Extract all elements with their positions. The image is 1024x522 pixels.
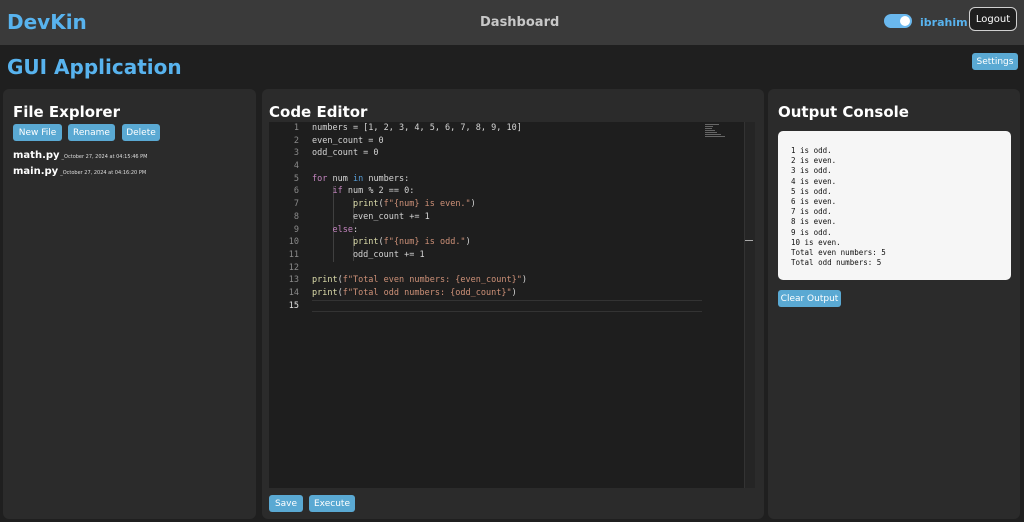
editor-scrollbar[interactable] xyxy=(744,122,755,488)
execute-button[interactable]: Execute xyxy=(309,495,355,512)
file-name: math.py xyxy=(13,150,60,161)
line-number: 12 xyxy=(288,262,299,273)
line-number: 6 xyxy=(293,186,299,197)
line-number: 4 xyxy=(293,161,299,172)
save-button[interactable]: Save xyxy=(269,495,303,512)
code-line[interactable]: if num % 2 == 0: xyxy=(312,185,702,198)
line-number: 14 xyxy=(288,287,299,298)
output-line: 5 is odd. xyxy=(791,186,832,196)
output-line: 7 is odd. xyxy=(791,207,832,217)
code-line[interactable]: print(f"Total even numbers: {even_count}… xyxy=(312,274,702,287)
file-explorer-panel: File Explorer New File Rename Delete mat… xyxy=(3,89,256,519)
top-navbar: DevKin Dashboard ibrahim Logout xyxy=(0,0,1024,45)
brand-logo[interactable]: DevKin xyxy=(7,10,87,34)
line-number-gutter: 1 2 3 4 5 6 7 8 9 10 11 12 13 14 15 xyxy=(269,122,303,488)
code-editor[interactable]: 1 2 3 4 5 6 7 8 9 10 11 12 13 14 15 numbers = [1, 2, 3… xyxy=(269,122,755,488)
output-line: 10 is even. xyxy=(791,237,841,247)
line-number: 13 xyxy=(288,275,299,286)
code-line[interactable]: numbers = [1, 2, 3, 4, 5, 6, 7, 8, 9, 10… xyxy=(312,122,702,135)
logout-button[interactable]: Logout xyxy=(969,7,1017,31)
code-line[interactable]: print(f"{num} is odd.") xyxy=(312,236,702,249)
output-line: 2 is even. xyxy=(791,156,837,166)
code-editor-title: Code Editor xyxy=(269,103,368,121)
output-line: Total even numbers: 5 xyxy=(791,248,886,258)
output-line: 8 is even. xyxy=(791,217,837,227)
output-console-panel: Output Console 1 is odd. 2 is even. 3 is o… xyxy=(768,89,1020,519)
output-line: 1 is odd. xyxy=(791,146,832,155)
toggle-knob xyxy=(900,16,910,26)
code-line[interactable]: for num in numbers: xyxy=(312,173,702,186)
code-line[interactable]: odd_count += 1 xyxy=(312,249,702,262)
rename-button[interactable]: Rename xyxy=(68,124,115,141)
code-line[interactable] xyxy=(312,160,702,173)
output-line: 3 is odd. xyxy=(791,166,832,176)
file-list: math.py _October 27, 2024 at 04:15:46 PM… xyxy=(13,150,148,182)
line-number: 5 xyxy=(293,173,299,184)
code-line[interactable]: even_count += 1 xyxy=(312,211,702,224)
file-date: _October 27, 2024 at 04:15:46 PM xyxy=(61,154,148,160)
output-line: 4 is even. xyxy=(791,176,837,186)
code-line[interactable]: even_count = 0 xyxy=(312,135,702,148)
code-editor-panel: Code Editor 1 2 3 4 5 6 7 8 9 10 11 12 13 14 15 number… xyxy=(262,89,764,519)
file-item[interactable]: main.py _October 27, 2024 at 04:16:20 PM xyxy=(13,166,148,182)
code-line[interactable]: print(f"{num} is even.") xyxy=(312,198,702,211)
code-content[interactable]: numbers = [1, 2, 3, 4, 5, 6, 7, 8, 9, 10… xyxy=(312,122,702,313)
code-line[interactable]: odd_count = 0 xyxy=(312,147,702,160)
clear-output-button[interactable]: Clear Output xyxy=(778,290,841,307)
scrollbar-marker xyxy=(745,240,753,241)
file-name: main.py xyxy=(13,166,59,177)
nav-dashboard-link[interactable]: Dashboard xyxy=(480,15,559,30)
line-number: 15 xyxy=(288,300,299,311)
page-title: GUI Application xyxy=(7,55,182,79)
minimap[interactable] xyxy=(705,124,729,138)
line-number: 10 xyxy=(288,237,299,248)
line-number: 11 xyxy=(288,249,299,260)
file-explorer-title: File Explorer xyxy=(13,103,120,121)
code-line[interactable]: else: xyxy=(312,224,702,237)
output-line: Total odd numbers: 5 xyxy=(791,258,882,268)
code-line[interactable]: print(f"Total odd numbers: {odd_count}") xyxy=(312,287,702,300)
line-number: 9 xyxy=(293,224,299,235)
username-label: ibrahim xyxy=(920,16,968,29)
new-file-button[interactable]: New File xyxy=(13,124,62,141)
line-number: 7 xyxy=(293,199,299,210)
line-number: 3 xyxy=(293,148,299,159)
output-console-title: Output Console xyxy=(778,103,909,121)
line-number: 1 xyxy=(293,123,299,133)
settings-button[interactable]: Settings xyxy=(972,53,1018,70)
line-number: 8 xyxy=(293,211,299,222)
file-item[interactable]: math.py _October 27, 2024 at 04:15:46 PM xyxy=(13,150,148,166)
code-line[interactable] xyxy=(312,262,702,275)
line-number: 2 xyxy=(293,135,299,146)
delete-button[interactable]: Delete xyxy=(122,124,160,141)
code-line[interactable] xyxy=(312,299,702,313)
output-console: 1 is odd. 2 is even. 3 is odd. 4 is even. 5 … xyxy=(778,131,1011,280)
file-date: _October 27, 2024 at 04:16:20 PM xyxy=(60,170,147,176)
output-line: 6 is even. xyxy=(791,197,837,207)
theme-toggle[interactable] xyxy=(884,14,912,28)
output-line: 9 is odd. xyxy=(791,227,832,237)
